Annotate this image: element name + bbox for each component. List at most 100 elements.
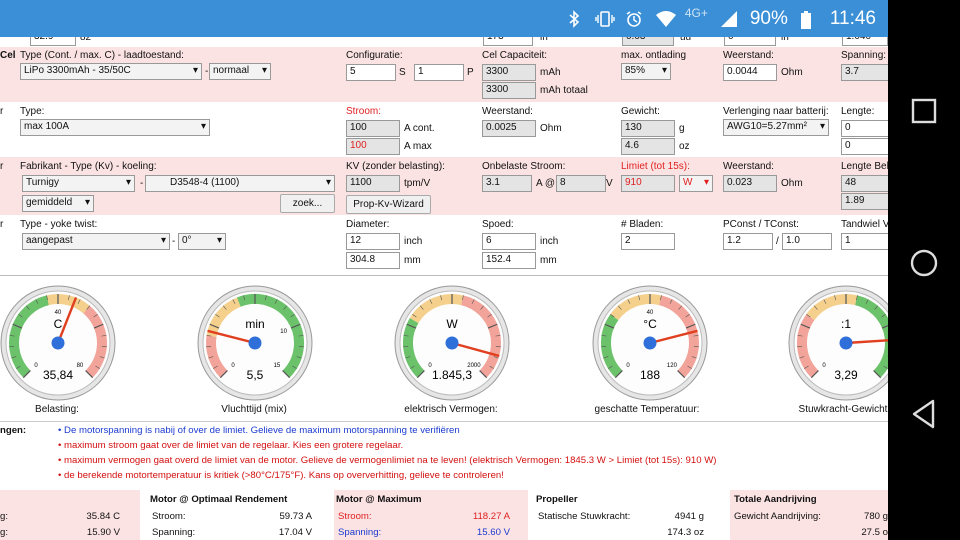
motor-model-select[interactable]: D3548-4 (1100) (145, 175, 335, 192)
bluetooth-icon (565, 10, 583, 28)
section-marker: r (0, 161, 4, 172)
tconst-input[interactable]: 1.0 (782, 233, 832, 250)
diameter-mm-input[interactable]: 304.8 (346, 252, 400, 269)
motor-length-1[interactable]: 48 (841, 175, 888, 192)
gauge-value: 5,5 (247, 368, 264, 382)
battery-resistance-input[interactable]: 0.0044 (723, 64, 777, 81)
prop-type-select[interactable]: aangepast (22, 233, 170, 250)
partial-field[interactable]: 173 (483, 37, 533, 46)
extension-length-1[interactable]: 0 (841, 120, 888, 137)
navigation-bar (888, 0, 960, 540)
motor-maker-select[interactable]: Turnigy (22, 175, 135, 192)
gauge-tick-label: 120 (667, 363, 678, 369)
noload-voltage-unit: V (606, 178, 613, 189)
gear-ratio-label: Tandwiel V (841, 219, 888, 230)
noload-current-input[interactable]: 3.1 (482, 175, 532, 192)
summary-title: Totale Aandrijving (734, 494, 817, 505)
remark-text: maximum stroom gaat over de limiet van d… (64, 440, 404, 451)
motor-resistance-unit: Ohm (781, 178, 803, 189)
cell-voltage-input[interactable]: 3.7 (841, 64, 888, 81)
partial-field[interactable]: 0 (724, 37, 776, 46)
battery-section: Cel Type (Cont. / max. C) - laadtoestand… (0, 47, 888, 102)
gauge-tick-label: 15 (274, 363, 281, 369)
extension-select[interactable]: AWG10=5.27mm² (723, 119, 829, 136)
p-unit: P (467, 67, 474, 78)
summary-key: Spanning: (152, 527, 196, 538)
motor-maker-label: Fabrikant - Type (Kv) - koeling: (20, 161, 157, 172)
esc-resistance-unit: Ohm (540, 123, 562, 134)
max-discharge-select[interactable]: 85% (621, 63, 671, 80)
gauge: 0 2000 W 1.845,3 (392, 283, 512, 403)
prop-type-label: Type - yoke twist: (20, 219, 98, 230)
esc-type-select[interactable]: max 100A (20, 119, 210, 136)
remark-text: de berekende motortemperatuur is kritiek… (64, 470, 504, 481)
config-s-input[interactable]: 5 (346, 64, 396, 81)
gauge-value: 3,29 (834, 368, 858, 382)
gauge: 0 10 15 min 5,5 (195, 283, 315, 403)
summary-propeller: Propeller Statische Stuwkracht: 4941 g 1… (534, 490, 724, 540)
summary-motor-optimal: Motor @ Optimaal Rendement Stroom: 59.73… (148, 490, 326, 540)
search-motor-button[interactable]: zoek... (280, 194, 335, 213)
divider (0, 275, 888, 276)
gauge-label: Stuwkracht-Gewicht (798, 404, 888, 415)
network-type: 4G+ (684, 6, 708, 20)
battery-percentage: 90% (749, 8, 788, 29)
kv-label: KV (zonder belasting): (346, 161, 445, 172)
partial-field[interactable]: 1.040 (842, 37, 888, 46)
gauge-tick-label: 10 (280, 329, 287, 335)
charge-state-select[interactable]: normaal (209, 63, 271, 80)
esc-resistance-input[interactable]: 0.0025 (482, 120, 536, 137)
separator: - (205, 66, 209, 77)
recents-button[interactable] (905, 92, 943, 130)
gear-ratio-input[interactable]: 1 (841, 233, 888, 250)
capacity-total-unit: mAh totaal (540, 85, 588, 96)
remark-text: maximum vermogen gaat overd de limiet va… (64, 455, 717, 466)
battery-resistance-unit: Ohm (781, 67, 803, 78)
pconst-input[interactable]: 1.2 (723, 233, 773, 250)
esc-current-max[interactable]: 100 (346, 138, 400, 155)
home-button[interactable] (905, 244, 943, 282)
diameter-inch-input[interactable]: 12 (346, 233, 400, 250)
gauge-hub (248, 336, 262, 350)
blades-input[interactable]: 2 (621, 233, 675, 250)
vibrate-icon (595, 10, 615, 28)
pitch-inch-input[interactable]: 6 (482, 233, 536, 250)
summary-key: g: (0, 511, 9, 522)
prop-kv-wizard-button[interactable]: Prop-Kv-Wizard (346, 195, 431, 214)
battery-section-label: Cel (0, 50, 16, 61)
partial-field[interactable]: 32.9 (30, 37, 76, 46)
gauge: 0 40 120 °C 188 (590, 283, 710, 403)
remark-item: • maximum vermogen gaat overd de limiet … (58, 455, 717, 466)
gauge-value: 1.845,3 (432, 368, 472, 382)
pitch-mm-unit: mm (540, 255, 557, 266)
esc-weight-g[interactable]: 130 (621, 120, 675, 137)
gauge-value: 188 (640, 368, 660, 382)
summary-value: 59.73 A (279, 511, 312, 522)
power-limit-unit-select[interactable]: W (679, 175, 713, 192)
summary-value: 780 g (863, 511, 888, 522)
capacity-input[interactable]: 3300 (482, 64, 536, 81)
gauge-label: Vluchttijd (mix) (221, 404, 287, 415)
esc-type-label: Type: (20, 106, 45, 117)
max-discharge-label: max. ontlading (621, 50, 687, 61)
pitch-mm-input[interactable]: 152.4 (482, 252, 536, 269)
back-button[interactable] (905, 395, 943, 433)
esc-weight-oz[interactable]: 4.6 (621, 138, 675, 155)
motor-resistance-input[interactable]: 0.023 (723, 175, 777, 192)
pitch-label: Spoed: (482, 219, 514, 230)
motor-length-2[interactable]: 1.89 (841, 193, 888, 210)
motor-cooling-select[interactable]: gemiddeld (22, 195, 94, 212)
power-limit-input[interactable]: 910 (621, 175, 675, 192)
yoke-twist-select[interactable]: 0° (178, 233, 226, 250)
battery-type-select[interactable]: LiPo 3300mAh - 35/50C (20, 63, 202, 80)
kv-input[interactable]: 1100 (346, 175, 400, 192)
gauge-hub (445, 336, 459, 350)
esc-current-cont[interactable]: 100 (346, 120, 400, 137)
gauge-hub (643, 336, 657, 350)
summary-value: 4941 g (674, 511, 704, 522)
noload-voltage-input[interactable]: 8 (556, 175, 606, 192)
extension-length-2[interactable]: 0 (841, 138, 888, 155)
status-bar: 4G+ 90% 11:46 (0, 0, 888, 37)
config-p-input[interactable]: 1 (414, 64, 464, 81)
cell-voltage-label: Spanning: (841, 50, 887, 61)
